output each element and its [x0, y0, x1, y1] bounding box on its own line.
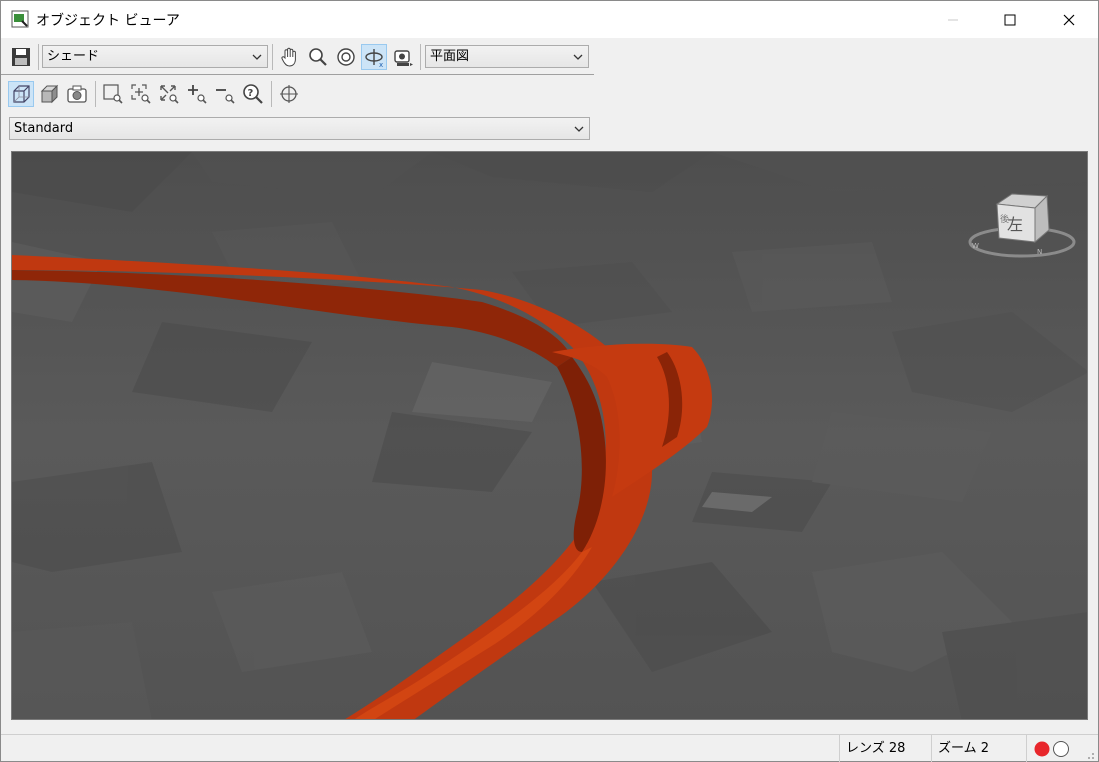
- zoom-out-icon: [216, 89, 235, 104]
- snapshot-button[interactable]: [64, 81, 90, 107]
- zoom-help-icon: ?: [243, 84, 263, 104]
- zoom-add-icon: [131, 84, 151, 104]
- toolbar-row-2: ?: [1, 76, 594, 113]
- status-bar: レンズ 28 ズーム 2: [1, 734, 1098, 762]
- window-title: オブジェクト ビューア: [36, 13, 180, 29]
- save-button[interactable]: [8, 44, 34, 70]
- chevron-down-icon: [574, 126, 584, 132]
- compass-n-label: N: [1037, 248, 1042, 256]
- solid-cube-icon: [40, 84, 59, 104]
- render-mode-value: シェード: [47, 49, 100, 64]
- zoom-in-button[interactable]: [184, 81, 210, 107]
- style-select[interactable]: Standard: [9, 117, 590, 140]
- wireframe-cube-icon: [13, 85, 30, 103]
- lens-status: レンズ 28: [839, 735, 931, 762]
- zoom-extents-button[interactable]: [156, 81, 182, 107]
- view-cube-face-label: 左: [1007, 215, 1023, 234]
- zoom-help-button[interactable]: ?: [240, 81, 266, 107]
- solid-view-button[interactable]: [36, 81, 62, 107]
- idle-indicator-icon: [1053, 741, 1069, 757]
- status-indicators: [1034, 741, 1069, 757]
- zoom-window-button[interactable]: [100, 81, 126, 107]
- minimize-icon: [948, 19, 958, 20]
- svg-text:x: x: [379, 61, 383, 68]
- wireframe-view-button[interactable]: [8, 81, 34, 107]
- view-preset-select[interactable]: 平面図: [425, 45, 589, 68]
- view-preset-value: 平面図: [430, 49, 470, 64]
- zoom-extents-icon: [160, 85, 179, 104]
- rotate-x-button[interactable]: x: [361, 44, 387, 70]
- maximize-button[interactable]: [987, 1, 1033, 38]
- record-indicator-icon: [1034, 741, 1050, 757]
- title-bar: オブジェクト ビューア: [1, 1, 1098, 38]
- pan-hand-icon: [281, 47, 296, 67]
- camera-icon: [67, 85, 87, 103]
- zoom-button[interactable]: [305, 44, 331, 70]
- zoom-status: ズーム 2: [931, 735, 1026, 762]
- indicator-group: [1026, 735, 1098, 762]
- orbit-target-icon: [337, 48, 355, 66]
- style-select-value: Standard: [14, 121, 74, 136]
- close-button[interactable]: [1046, 1, 1092, 38]
- camera-record-icon: [394, 50, 413, 66]
- close-icon: [1063, 14, 1075, 25]
- chevron-down-icon: [573, 54, 583, 60]
- zoom-add-button[interactable]: [128, 81, 154, 107]
- toolbar-row-1: シェード x 平面図: [1, 38, 594, 75]
- maximize-icon: [1004, 14, 1016, 25]
- terrain-scene: 左 後 N W: [12, 152, 1087, 719]
- zoom-in-icon: [188, 85, 207, 104]
- camera-record-button[interactable]: [390, 44, 416, 70]
- svg-text:?: ?: [248, 88, 254, 99]
- chevron-down-icon: [252, 54, 262, 60]
- resize-grip-icon[interactable]: [1085, 750, 1095, 760]
- pan-button[interactable]: [277, 44, 303, 70]
- save-icon: [12, 48, 30, 66]
- rotate-x-icon: x: [365, 49, 383, 68]
- minimize-button[interactable]: [930, 1, 976, 38]
- crosshair-icon: [280, 85, 298, 103]
- zoom-icon: [309, 48, 327, 66]
- crosshair-button[interactable]: [276, 81, 302, 107]
- zoom-out-button[interactable]: [212, 81, 238, 107]
- 3d-viewport[interactable]: 左 後 N W: [11, 151, 1088, 720]
- render-mode-select[interactable]: シェード: [42, 45, 268, 68]
- object-viewer-window: オブジェクト ビューア シェード x 平面図 ? Standard 左 後 N …: [0, 0, 1099, 762]
- view-cube-side-label: 後: [1000, 213, 1009, 225]
- orbit-target-button[interactable]: [333, 44, 359, 70]
- compass-w-label: W: [972, 242, 979, 250]
- zoom-window-icon: [103, 84, 123, 104]
- app-icon: [11, 10, 29, 28]
